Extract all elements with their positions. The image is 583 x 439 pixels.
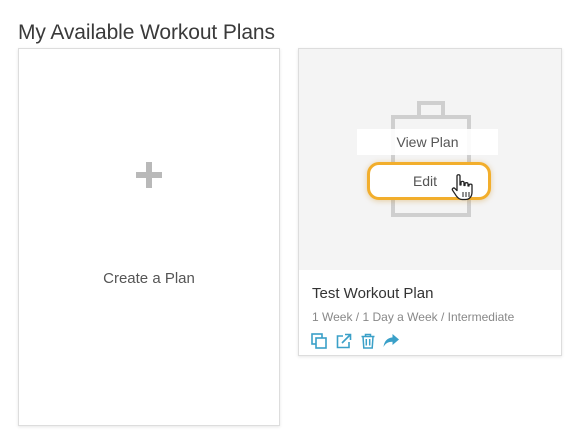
workout-plan-card[interactable]: View Plan Edit Test Workout Plan 1 Week … xyxy=(298,48,562,356)
plan-thumbnail[interactable]: View Plan Edit xyxy=(299,49,561,270)
hand-pointer-icon xyxy=(451,174,473,201)
create-plan-card[interactable]: Create a Plan xyxy=(18,48,280,426)
external-link-icon[interactable] xyxy=(336,333,352,349)
trash-icon[interactable] xyxy=(360,333,376,349)
plan-meta: 1 Week / 1 Day a Week / Intermediate xyxy=(312,310,515,324)
view-plan-button[interactable]: View Plan xyxy=(357,129,498,155)
edit-plan-label: Edit xyxy=(412,173,438,189)
create-plan-label: Create a Plan xyxy=(103,270,195,287)
share-icon[interactable] xyxy=(383,333,399,349)
copy-icon[interactable] xyxy=(311,333,327,349)
page-title: My Available Workout Plans xyxy=(18,21,275,45)
plus-icon xyxy=(136,162,162,188)
plan-title[interactable]: Test Workout Plan xyxy=(312,285,433,302)
